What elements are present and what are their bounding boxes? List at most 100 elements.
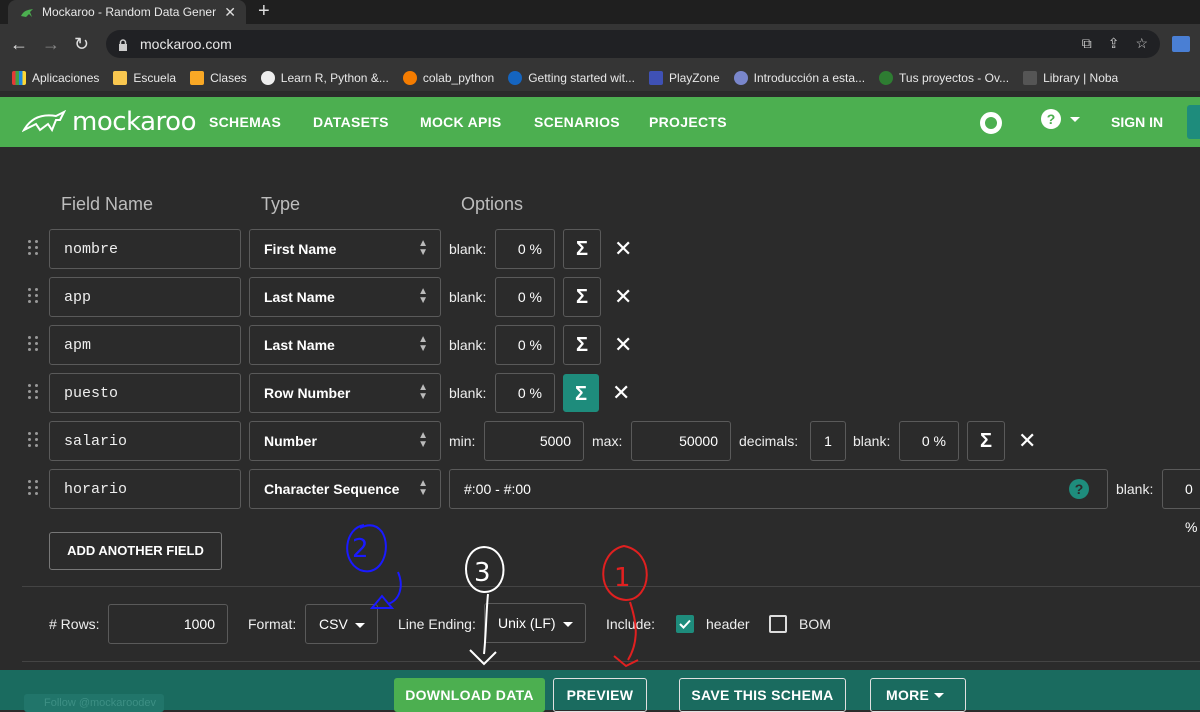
field-name-header: Field Name (61, 194, 154, 214)
chevron-down-icon[interactable] (1070, 117, 1080, 122)
save-schema-button[interactable]: SAVE THIS SCHEMA (679, 678, 846, 712)
blank-label: blank: (449, 337, 487, 353)
formula-sigma-button[interactable]: Σ (563, 374, 599, 412)
bookmark-getting-started[interactable]: Getting started wit... (508, 70, 635, 85)
formula-sigma-button[interactable]: Σ (563, 277, 601, 317)
reload-icon[interactable]: ↻ (74, 34, 89, 54)
sign-up-button-edge[interactable] (1187, 105, 1200, 139)
twitter-follow-button[interactable]: Follow @mockaroodev (24, 694, 164, 712)
blank-percent-input[interactable]: 0 % (495, 229, 555, 269)
library-icon (1023, 70, 1038, 85)
type-label: Last Name (264, 337, 335, 353)
include-label: Include: (606, 616, 656, 632)
checkmark-icon (679, 619, 691, 629)
gear-icon[interactable] (980, 112, 1002, 134)
decimals-input[interactable]: 1 (810, 421, 846, 461)
forward-icon[interactable]: → (42, 34, 60, 54)
format-value: CSV (319, 616, 348, 632)
help-icon[interactable]: ? (1041, 109, 1061, 129)
bom-checkbox[interactable] (769, 615, 787, 633)
bookmark-tus-proyectos[interactable]: Tus proyectos - Ov... (879, 70, 1009, 85)
back-icon[interactable]: ← (10, 34, 28, 54)
blank-percent-input[interactable]: 0 % (899, 421, 959, 461)
add-another-field-button[interactable]: ADD ANOTHER FIELD (49, 532, 222, 570)
bookmark-library[interactable]: Library | Noba (1023, 70, 1118, 85)
drag-handle-icon[interactable] (28, 432, 38, 448)
sign-in-link[interactable]: SIGN IN (1111, 114, 1163, 130)
field-name-input[interactable]: salario (49, 421, 241, 461)
updown-icon: ▲ ▼ (418, 286, 428, 306)
field-name-input[interactable]: horario (49, 469, 241, 509)
type-select[interactable]: Row Number ▲ ▼ (249, 373, 441, 413)
nav-scenarios[interactable]: SCENARIOS (534, 114, 620, 130)
translate-icon[interactable]: ⧉ (1082, 35, 1092, 52)
share-icon[interactable]: ⇪ (1108, 35, 1120, 52)
updown-icon: ▲ ▼ (418, 382, 428, 402)
bookmark-aplicaciones[interactable]: Aplicaciones (12, 70, 99, 85)
remove-field-icon[interactable]: ✕ (1018, 430, 1036, 452)
options-header: Options (461, 194, 524, 214)
bookmarks-bar: Aplicaciones Escuela Clases Learn R, Pyt… (0, 64, 1200, 92)
type-select[interactable]: Last Name ▲ ▼ (249, 325, 441, 365)
type-select[interactable]: First Name ▲ ▼ (249, 229, 441, 269)
mockaroo-logo[interactable]: mockaroo (22, 107, 197, 137)
remove-field-icon[interactable]: ✕ (614, 286, 632, 308)
type-select[interactable]: Number ▲ ▼ (249, 421, 441, 461)
preview-button[interactable]: PREVIEW (553, 678, 647, 712)
annotation-2-circle: 2 (346, 524, 402, 609)
close-tab-icon[interactable]: ✕ (224, 4, 236, 21)
address-bar[interactable]: mockaroo.com ⧉ ⇪ ☆ (106, 30, 1160, 58)
field-name-input[interactable]: puesto (49, 373, 241, 413)
min-input[interactable]: 5000 (484, 421, 584, 461)
type-select[interactable]: Last Name ▲ ▼ (249, 277, 441, 317)
bookmark-playzone[interactable]: PlayZone (648, 70, 720, 85)
type-header: Type (261, 194, 301, 214)
formula-sigma-button[interactable]: Σ (563, 229, 601, 269)
download-data-button[interactable]: DOWNLOAD DATA (394, 678, 545, 712)
nav-projects[interactable]: PROJECTS (649, 114, 727, 130)
max-input[interactable]: 50000 (631, 421, 731, 461)
sequence-format-input[interactable]: #:00 - #:00 (449, 469, 1108, 509)
bookmark-learn-r[interactable]: Learn R, Python &... (260, 70, 389, 85)
blank-percent-input[interactable]: 0 % (495, 373, 555, 413)
field-name-input[interactable]: app (49, 277, 241, 317)
rows-input[interactable]: 1000 (108, 604, 228, 644)
drag-handle-icon[interactable] (28, 288, 38, 304)
bom-label: BOM (799, 616, 831, 632)
playzone-icon (648, 70, 663, 85)
more-button[interactable]: MORE (870, 678, 966, 712)
bookmark-star-icon[interactable]: ☆ (1135, 35, 1148, 52)
bookmark-clases[interactable]: Clases (190, 70, 247, 85)
blank-percent-input[interactable]: 0 % (1162, 469, 1200, 535)
bookmark-introduccion[interactable]: Introducción a esta... (733, 70, 865, 85)
leaf-icon (879, 70, 894, 85)
blank-label: blank: (1116, 481, 1154, 497)
nav-mock-apis[interactable]: MOCK APIS (420, 114, 502, 130)
question-mark-icon[interactable]: ? (1069, 479, 1089, 499)
formula-sigma-button[interactable]: Σ (967, 421, 1005, 461)
remove-field-icon[interactable]: ✕ (614, 334, 632, 356)
drag-handle-icon[interactable] (28, 240, 38, 256)
bookmark-colab[interactable]: colab_python (402, 70, 494, 85)
blank-percent-input[interactable]: 0 % (495, 325, 555, 365)
blank-percent-input[interactable]: 0 % (495, 277, 555, 317)
bookmark-escuela[interactable]: Escuela (113, 70, 176, 85)
field-name-input[interactable]: nombre (49, 229, 241, 269)
remove-field-icon[interactable]: ✕ (614, 238, 632, 260)
header-checkbox[interactable] (676, 615, 694, 633)
extension-icon[interactable] (1172, 36, 1190, 52)
drag-handle-icon[interactable] (28, 384, 38, 400)
classroom-icon (190, 70, 205, 85)
formula-sigma-button[interactable]: Σ (563, 325, 601, 365)
format-select[interactable]: CSV (305, 604, 378, 644)
nav-datasets[interactable]: DATASETS (313, 114, 389, 130)
nav-schemas[interactable]: SCHEMAS (209, 114, 281, 130)
drag-handle-icon[interactable] (28, 336, 38, 352)
new-tab-icon[interactable]: + (258, 0, 270, 22)
type-select[interactable]: Character Sequence ▲ ▼ (249, 469, 441, 509)
remove-field-icon[interactable]: ✕ (612, 382, 630, 404)
drag-handle-icon[interactable] (28, 480, 38, 496)
browser-tab[interactable]: Mockaroo - Random Data Gener ✕ (8, 0, 246, 24)
field-name-input[interactable]: apm (49, 325, 241, 365)
line-ending-select[interactable]: Unix (LF) (484, 603, 586, 643)
